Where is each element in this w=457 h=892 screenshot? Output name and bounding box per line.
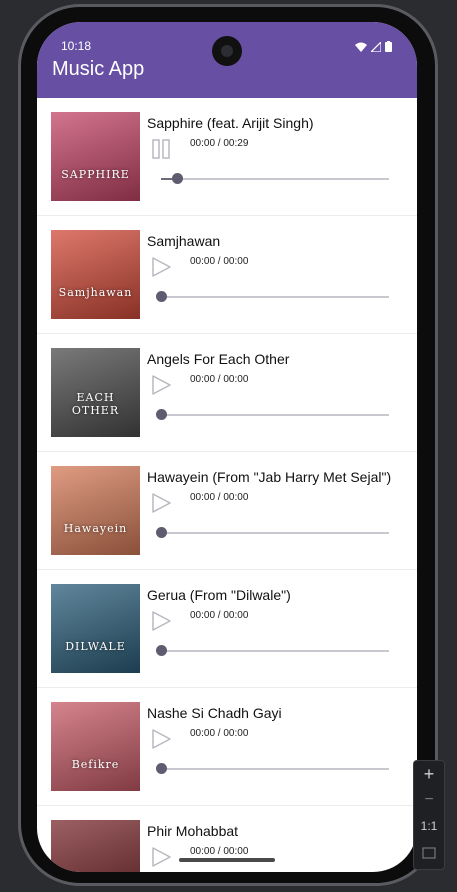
seek-slider[interactable] [156,409,389,420]
album-cover-text: SAPPHIRE [61,168,130,181]
album-cover: DILWALE [51,584,140,673]
app-bar: 10:18 Music App [37,22,417,98]
status-icons [355,39,392,57]
app-screen: 10:18 Music App SAPPHIRE Sapphire (feat. … [37,22,417,872]
play-icon[interactable] [149,491,173,515]
app-title: Music App [52,58,145,80]
album-cover: SAPPHIRE [51,112,140,201]
song-list[interactable]: SAPPHIRE Sapphire (feat. Arijit Singh) 00:… [37,98,417,872]
album-cover: MURDER 2 [51,820,140,872]
play-icon[interactable] [149,727,173,751]
album-cover: EACH OTHER [51,348,140,437]
song-title: Gerua (From "Dilwale") [147,587,291,603]
play-icon[interactable] [149,609,173,633]
seek-slider-thumb[interactable] [156,763,167,774]
album-cover-artwork [51,702,140,791]
seek-slider-thumb[interactable] [156,291,167,302]
seek-slider[interactable] [156,291,389,302]
song-item[interactable]: Befikre Nashe Si Chadh Gayi 00:00 / 00:00 [37,688,417,806]
play-icon[interactable] [149,845,173,869]
seek-slider-thumb[interactable] [156,527,167,538]
seek-slider[interactable] [156,645,389,656]
screenshot-icon[interactable] [414,839,444,865]
album-cover: Hawayein [51,466,140,555]
song-title: Angels For Each Other [147,351,290,367]
camera-cutout [212,36,242,66]
song-time: 00:00 / 00:00 [190,610,249,621]
status-time: 10:18 [61,39,92,53]
album-cover-artwork [51,230,140,319]
album-cover-text: Samjhawan [58,286,133,299]
zoom-reset-button[interactable]: 1:1 [414,813,444,839]
album-cover-artwork [51,112,140,201]
seek-slider[interactable] [156,527,389,538]
wifi-icon [355,39,367,57]
home-indicator[interactable] [179,858,275,862]
song-title: Samjhawan [147,233,221,249]
album-cover-artwork [51,584,140,673]
seek-slider-thumb[interactable] [171,173,183,184]
play-icon[interactable] [149,373,173,397]
pause-icon[interactable] [149,137,173,161]
album-cover-artwork [51,820,140,872]
song-item[interactable]: EACH OTHER Angels For Each Other 00:00 / 0… [37,334,417,452]
play-icon[interactable] [149,255,173,279]
song-title: Hawayein (From "Jab Harry Met Sejal") [147,469,392,485]
song-time: 00:00 / 00:00 [190,846,249,857]
seek-slider-thumb[interactable] [156,409,167,420]
album-cover-text: EACH OTHER [71,391,120,417]
song-item[interactable]: Samjhawan Samjhawan 00:00 / 00:00 [37,216,417,334]
album-cover-text: Hawayein [63,522,128,535]
song-time: 00:00 / 00:00 [190,374,249,385]
song-item[interactable]: DILWALE Gerua (From "Dilwale") 00:00 / 00:… [37,570,417,688]
song-title: Sapphire (feat. Arijit Singh) [147,115,314,131]
seek-slider-thumb[interactable] [156,645,167,656]
album-cover: Befikre [51,702,140,791]
album-cover-artwork [51,466,140,555]
zoom-in-button[interactable]: + [414,761,444,787]
song-time: 00:00 / 00:00 [190,728,249,739]
song-time: 00:00 / 00:00 [190,492,249,503]
song-item[interactable]: SAPPHIRE Sapphire (feat. Arijit Singh) 00:… [37,98,417,216]
album-cover-text: DILWALE [65,640,126,653]
signal-icon [369,39,382,57]
zoom-out-button[interactable]: − [414,787,444,813]
song-item[interactable]: MURDER 2 Phir Mohabbat 00:00 / 00:00 [37,806,417,872]
battery-icon [385,39,392,57]
album-cover: Samjhawan [51,230,140,319]
song-time: 00:00 / 00:00 [190,256,249,267]
song-time: 00:00 / 00:29 [190,138,249,149]
album-cover-text: Befikre [71,758,120,771]
seek-slider[interactable] [161,173,389,184]
seek-slider[interactable] [156,763,389,774]
song-item[interactable]: Hawayein Hawayein (From "Jab Harry Met Se… [37,452,417,570]
zoom-controls: + − 1:1 [413,760,445,870]
song-title: Phir Mohabbat [147,823,239,839]
song-title: Nashe Si Chadh Gayi [147,705,282,721]
